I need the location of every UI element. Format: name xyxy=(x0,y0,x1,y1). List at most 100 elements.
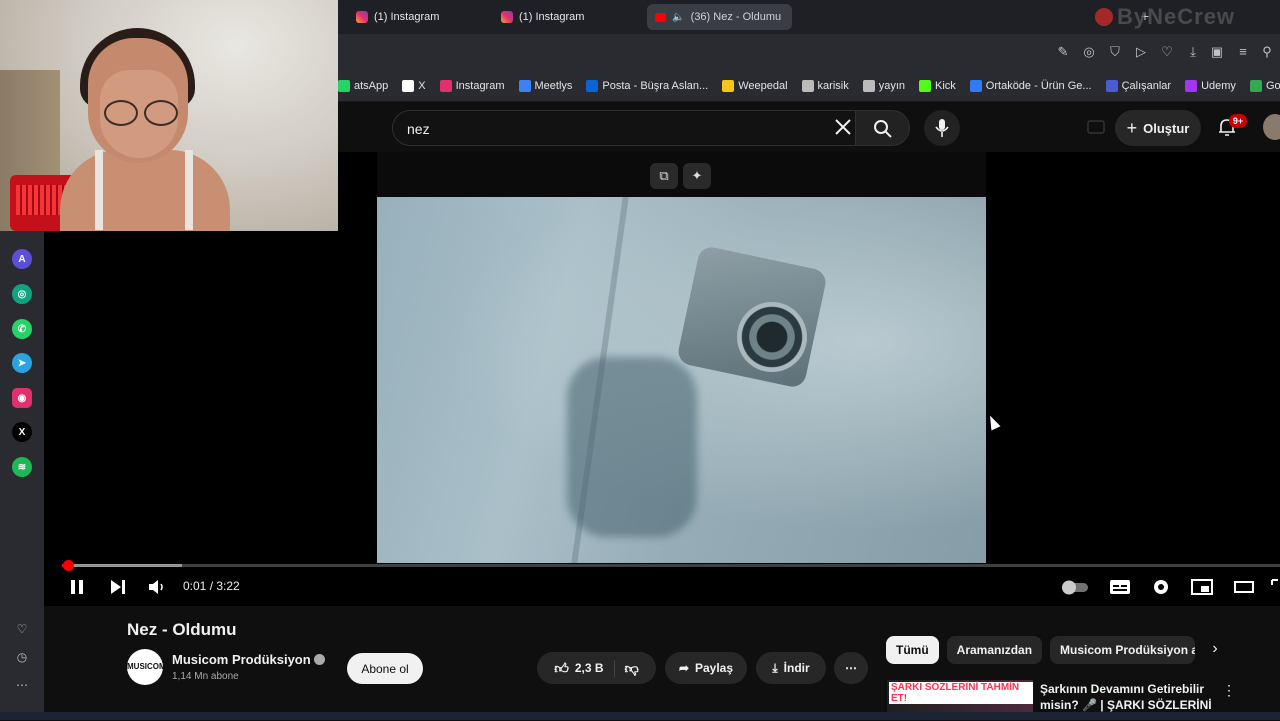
download-icon[interactable]: ⤓ xyxy=(1184,43,1202,61)
bookmark-label: Ortaköde - Ürün Ge... xyxy=(985,79,1092,92)
bookmark-label: Çalışanlar xyxy=(1121,79,1172,92)
close-icon[interactable] xyxy=(832,116,854,138)
instagram-icon[interactable]: ◉ xyxy=(12,388,32,408)
thumbnail-text: ŞARKI SÖZLERİNİ TAHMİN ET! xyxy=(889,682,1033,704)
edit-icon[interactable]: ✎ xyxy=(1054,43,1072,61)
whatsapp-icon[interactable]: ✆ xyxy=(12,319,32,339)
cast-icon[interactable] xyxy=(1086,118,1106,136)
voice-search-button[interactable] xyxy=(924,110,960,146)
chevron-right-icon[interactable]: › xyxy=(1206,640,1224,660)
udemy-icon xyxy=(1185,79,1198,92)
notification-count-badge: 9+ xyxy=(1229,114,1247,128)
youtube-icon xyxy=(655,12,667,22)
chip-all[interactable]: Tümü xyxy=(886,636,939,664)
os-taskbar xyxy=(0,712,1280,720)
instagram-icon xyxy=(356,11,368,23)
search-input[interactable] xyxy=(407,119,807,139)
webcam-overlay xyxy=(0,0,338,231)
search-icon xyxy=(874,120,892,138)
like-dislike-group: 👍︎ 2,3 B 👎︎ xyxy=(537,652,656,684)
profile-icon[interactable]: ⚲ xyxy=(1258,43,1276,61)
thumbs-down-icon[interactable]: 👎︎ xyxy=(621,660,639,677)
tab-label: (36) Nez - Oldumu - Y xyxy=(690,11,784,23)
folder-icon xyxy=(801,79,814,92)
more-icon[interactable]: ⋯ xyxy=(14,678,30,694)
more-horizontal-icon: ⋯ xyxy=(845,661,857,675)
subscriber-count: 1,14 Mn abone xyxy=(172,671,239,682)
more-vertical-icon[interactable]: ⋮ xyxy=(1222,682,1236,699)
video-frame[interactable] xyxy=(377,197,986,563)
play-icon[interactable]: ▷ xyxy=(1132,43,1150,61)
heart-icon[interactable]: ♡ xyxy=(1158,43,1176,61)
chip-channel[interactable]: Musicom Prodüksiyon a xyxy=(1050,636,1196,664)
camera-icon[interactable]: ◎ xyxy=(1080,43,1098,61)
aria-icon[interactable]: A xyxy=(12,249,32,269)
bookmark-item[interactable]: Udemy xyxy=(1185,79,1236,92)
tab-instagram-2[interactable]: (1) Instagram xyxy=(493,4,638,30)
miniplayer-icon[interactable] xyxy=(1190,576,1214,598)
menu-icon[interactable]: ≡ xyxy=(1234,43,1252,61)
telegram-icon[interactable]: ➤ xyxy=(12,353,32,373)
bookmark-label: Google Haritalar xyxy=(1265,79,1280,92)
next-icon[interactable] xyxy=(106,576,130,598)
settings-gear-icon[interactable] xyxy=(1149,576,1173,598)
kick-icon xyxy=(919,79,932,92)
copy-icon[interactable]: ⧉ xyxy=(650,163,678,189)
search-button[interactable] xyxy=(856,110,910,146)
account-avatar[interactable] xyxy=(1263,114,1280,140)
instagram-icon xyxy=(439,79,452,92)
sidebar-toggle-icon[interactable]: ▣ xyxy=(1208,43,1226,61)
bookmark-item[interactable]: Weepedal xyxy=(722,79,788,92)
bookmark-label: atsApp xyxy=(354,79,389,92)
progress-buffered xyxy=(62,564,182,567)
progress-bar[interactable] xyxy=(62,564,1280,567)
bookmark-item[interactable]: Çalışanlar xyxy=(1105,79,1172,92)
progress-scrubber-handle[interactable] xyxy=(63,560,75,571)
history-icon[interactable]: ◷ xyxy=(14,650,30,666)
share-button[interactable]: ➦ Paylaş xyxy=(665,652,747,684)
autoplay-toggle-icon[interactable] xyxy=(1060,576,1090,598)
meetlys-icon xyxy=(518,79,531,92)
time-display: 0:01 / 3:22 xyxy=(183,579,240,593)
heart-icon[interactable]: ♡ xyxy=(14,622,30,638)
bookmark-item[interactable]: X xyxy=(402,79,426,92)
download-label: İndir xyxy=(783,661,810,675)
bookmark-item[interactable]: Ortaköde - Ürün Ge... xyxy=(969,79,1092,92)
create-button[interactable]: + Oluştur xyxy=(1115,110,1201,146)
fullscreen-icon[interactable] xyxy=(1270,576,1280,598)
bookmark-item[interactable]: Meetlys xyxy=(518,79,572,92)
chip-from-search[interactable]: Aramanızdan xyxy=(946,636,1043,664)
subtitles-icon[interactable] xyxy=(1108,576,1132,598)
chatgpt-icon[interactable]: ◎ xyxy=(12,284,32,304)
download-icon: ⤓ xyxy=(772,660,778,675)
tab-label: (1) Instagram xyxy=(374,11,440,23)
volume-icon[interactable] xyxy=(145,576,169,598)
bookmark-label: X xyxy=(418,79,426,92)
video-title: Nez - Oldumu xyxy=(127,620,237,639)
bookmark-item[interactable]: yayın xyxy=(862,79,905,92)
bookmark-item[interactable]: karisik xyxy=(801,79,849,92)
subscribe-button[interactable]: Abone ol xyxy=(347,653,423,684)
download-button[interactable]: ⤓ İndir xyxy=(756,652,826,684)
spotify-icon[interactable]: ≋ xyxy=(12,457,32,477)
video-top-bar xyxy=(377,152,986,197)
bookmark-item[interactable]: Google Haritalar xyxy=(1249,79,1280,92)
x-icon[interactable]: X xyxy=(12,422,32,442)
pause-icon[interactable] xyxy=(66,576,90,598)
sparkle-icon[interactable]: ✦ xyxy=(683,163,711,189)
bookmark-item[interactable]: Kick xyxy=(919,79,956,92)
more-actions-button[interactable]: ⋯ xyxy=(834,652,868,684)
tab-youtube-active[interactable]: 🔈 (36) Nez - Oldumu - Y xyxy=(647,4,792,30)
instagram-icon xyxy=(501,11,513,23)
channel-avatar[interactable]: MUSICOM xyxy=(127,649,166,685)
bookmark-label: Udemy xyxy=(1201,79,1236,92)
channel-name[interactable]: Musicom Prodüksiyon xyxy=(172,652,311,667)
bookmark-item[interactable]: atsApp xyxy=(338,79,389,92)
bookmark-item[interactable]: Posta - Büşra Aslan... xyxy=(586,79,708,92)
share-label: Paylaş xyxy=(695,661,734,675)
theater-mode-icon[interactable] xyxy=(1232,576,1256,598)
shield-icon[interactable]: ⛉ xyxy=(1106,43,1124,61)
tab-instagram-1[interactable]: (1) Instagram xyxy=(348,4,488,30)
like-button[interactable]: 👍︎ 2,3 B xyxy=(554,659,615,677)
bookmark-item[interactable]: Instagram xyxy=(439,79,505,92)
